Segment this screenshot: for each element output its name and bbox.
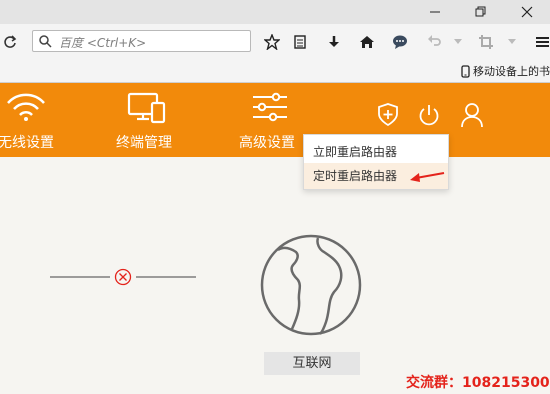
shield-plus-icon[interactable] (377, 103, 399, 127)
chat-bubble-icon (393, 35, 407, 49)
globe-icon (260, 234, 362, 336)
bookmark-star-button[interactable] (262, 32, 282, 52)
mobile-bookmarks-label: 移动设备上的书 (473, 65, 550, 78)
search-placeholder: 百度 <Ctrl+K> (59, 36, 147, 50)
browser-toolbar: 百度 <Ctrl+K> (0, 24, 550, 60)
search-icon (39, 35, 52, 48)
menu-button[interactable] (532, 32, 550, 52)
menu-item-restart-now[interactable]: 立即重启路由器 (304, 139, 448, 165)
maximize-button[interactable] (458, 0, 504, 24)
nav-wireless-settings[interactable]: 无线设置 (0, 132, 54, 152)
devices-icon (127, 92, 166, 124)
search-input[interactable]: 百度 <Ctrl+K> (32, 30, 251, 52)
user-icon[interactable] (460, 102, 484, 128)
chevron-down-icon (454, 39, 462, 44)
reading-list-icon (294, 35, 306, 49)
nav-terminal-management[interactable]: 终端管理 (116, 132, 172, 152)
watermark-text: 交流群：108215300 (406, 375, 550, 391)
annotation-arrow (410, 172, 445, 182)
close-icon (521, 6, 533, 18)
home-button[interactable] (357, 32, 377, 52)
nav-label: 无线设置 (0, 135, 54, 151)
crop-button[interactable] (476, 32, 496, 52)
restore-icon (475, 6, 486, 17)
crop-icon (479, 35, 493, 49)
connection-status-line (50, 268, 196, 286)
hamburger-icon (536, 37, 549, 47)
minimize-icon (430, 11, 440, 13)
wifi-icon (7, 93, 45, 121)
reload-button[interactable] (0, 32, 20, 52)
router-nav-bar: 无线设置 终端管理 高级设置 (0, 83, 550, 157)
nav-advanced-settings[interactable]: 高级设置 (239, 132, 295, 152)
window-titlebar (0, 0, 550, 24)
minimize-button[interactable] (412, 0, 458, 24)
undo-icon (428, 35, 441, 46)
nav-label: 高级设置 (239, 135, 295, 151)
undo-button[interactable] (424, 32, 444, 52)
phone-icon (461, 64, 470, 78)
download-icon (329, 36, 339, 47)
undo-dropdown[interactable] (448, 32, 468, 52)
chat-button[interactable] (390, 32, 410, 52)
power-icon[interactable] (418, 103, 440, 127)
sliders-icon (253, 92, 287, 122)
download-button[interactable] (324, 32, 344, 52)
home-icon (360, 36, 374, 48)
internet-label: 互联网 (264, 352, 360, 375)
crop-dropdown[interactable] (502, 32, 522, 52)
star-icon (264, 34, 280, 50)
reload-icon (4, 35, 17, 48)
mobile-bookmarks-link[interactable]: 移动设备上的书 (461, 63, 550, 79)
bookmarks-bar: 移动设备上的书 (0, 60, 550, 83)
nav-label: 终端管理 (116, 135, 172, 151)
chevron-down-icon (508, 39, 516, 44)
reader-button[interactable] (290, 32, 310, 52)
close-window-button[interactable] (504, 0, 550, 24)
